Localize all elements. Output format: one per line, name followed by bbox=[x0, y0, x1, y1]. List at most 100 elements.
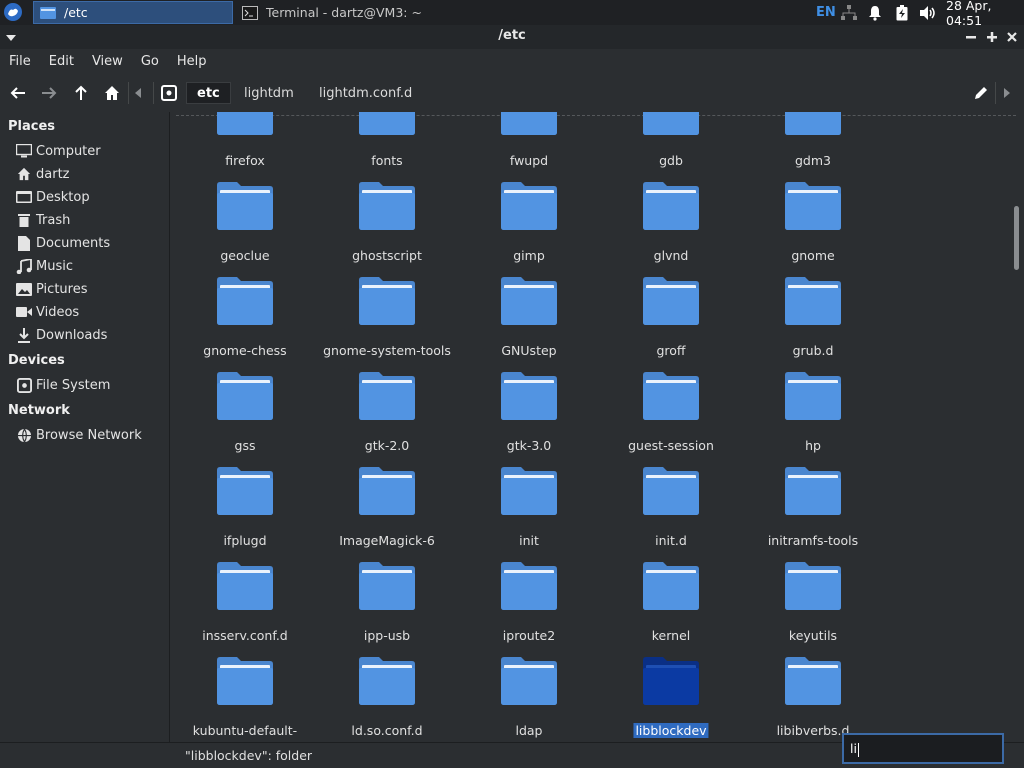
folder-icon bbox=[217, 372, 273, 420]
folder-icon bbox=[785, 657, 841, 705]
folder-item[interactable]: glvnd bbox=[600, 158, 742, 263]
path-segment-etc[interactable]: etc bbox=[186, 82, 231, 104]
vertical-scrollbar[interactable] bbox=[1014, 206, 1019, 270]
taskbar-item-file-manager[interactable]: /etc bbox=[33, 1, 233, 24]
folder-item[interactable]: iproute2 bbox=[458, 538, 600, 643]
type-ahead-search-input[interactable]: li bbox=[842, 733, 1004, 764]
back-arrow-icon[interactable] bbox=[9, 84, 27, 102]
edit-location-pencil-icon[interactable] bbox=[972, 84, 990, 102]
maximize-button[interactable] bbox=[983, 28, 1001, 46]
folder-item[interactable]: init.d bbox=[600, 443, 742, 548]
folder-icon bbox=[501, 562, 557, 610]
folder-icon bbox=[359, 562, 415, 610]
forward-arrow-icon[interactable] bbox=[40, 84, 58, 102]
window-title: /etc bbox=[498, 28, 526, 43]
sidebar-item-pictures[interactable]: Pictures bbox=[16, 279, 87, 299]
folder-item[interactable]: ghostscript bbox=[316, 158, 458, 263]
sidebar-item-videos[interactable]: Videos bbox=[16, 302, 79, 322]
folder-icon bbox=[643, 277, 699, 325]
folder-item[interactable]: gnome bbox=[742, 158, 884, 263]
path-scroll-right-icon[interactable] bbox=[1000, 84, 1014, 102]
folder-item[interactable]: insserv.conf.d bbox=[174, 538, 316, 643]
folder-item[interactable]: geoclue bbox=[174, 158, 316, 263]
folder-item[interactable]: gdb bbox=[600, 112, 742, 168]
folder-item[interactable]: ipp-usb bbox=[316, 538, 458, 643]
sidebar-item-label: Documents bbox=[36, 235, 111, 251]
folder-item[interactable]: ifplugd bbox=[174, 443, 316, 548]
path-segment-lightdm[interactable]: lightdm bbox=[244, 82, 294, 104]
network-icon[interactable] bbox=[840, 0, 858, 25]
folder-item[interactable]: ImageMagick-6 bbox=[316, 443, 458, 548]
sidebar: Places Computer dartz Desktop Trash Docu… bbox=[0, 112, 170, 768]
sidebar-item-desktop[interactable]: Desktop bbox=[16, 187, 90, 207]
folder-item[interactable]: gnome-system-tools bbox=[316, 253, 458, 358]
home-icon[interactable] bbox=[103, 84, 121, 102]
sidebar-item-music[interactable]: Music bbox=[16, 256, 73, 276]
menu-edit[interactable]: Edit bbox=[49, 54, 74, 69]
folder-icon bbox=[643, 182, 699, 230]
sidebar-item-label: Trash bbox=[36, 212, 71, 228]
path-scroll-left-icon[interactable] bbox=[131, 84, 145, 102]
sidebar-heading-places: Places bbox=[8, 119, 56, 134]
folder-item[interactable]: ldap bbox=[458, 633, 600, 738]
folder-item[interactable]: fwupd bbox=[458, 112, 600, 168]
folder-item[interactable]: init bbox=[458, 443, 600, 548]
folder-item[interactable]: firefox bbox=[174, 112, 316, 168]
folder-item[interactable]: ld.so.conf.d bbox=[316, 633, 458, 738]
folder-icon bbox=[359, 277, 415, 325]
clock[interactable]: 28 Apr, 04:51 bbox=[946, 0, 1024, 28]
folder-item[interactable]: grub.d bbox=[742, 253, 884, 358]
drive-icon[interactable] bbox=[160, 84, 178, 102]
folder-icon bbox=[217, 562, 273, 610]
taskbar-item-terminal[interactable]: Terminal - dartz@VM3: ~ bbox=[236, 1, 456, 24]
folder-item[interactable]: libibverbs.d bbox=[742, 633, 884, 738]
application-menu-icon[interactable] bbox=[3, 2, 23, 22]
folder-item[interactable]: hp bbox=[742, 348, 884, 453]
sidebar-item-browse-network[interactable]: Browse Network bbox=[16, 425, 142, 445]
volume-icon[interactable] bbox=[919, 0, 937, 25]
sidebar-item-trash[interactable]: Trash bbox=[16, 210, 70, 230]
menu-help[interactable]: Help bbox=[177, 54, 207, 69]
icon-view[interactable]: firefox fonts fwupd gdb gdm3 geoclue ghostscri… bbox=[171, 112, 1024, 742]
minimize-button[interactable] bbox=[962, 28, 980, 46]
sidebar-item-dartz[interactable]: dartz bbox=[16, 164, 69, 184]
toolbar: etc lightdm lightdm.conf.d bbox=[0, 74, 1024, 112]
folder-item[interactable]: kernel bbox=[600, 538, 742, 643]
path-segment-lightdm-conf-d[interactable]: lightdm.conf.d bbox=[319, 82, 412, 104]
sidebar-item-label: dartz bbox=[36, 166, 70, 182]
sidebar-item-computer[interactable]: Computer bbox=[16, 141, 101, 161]
folder-item[interactable]: gnome-chess bbox=[174, 253, 316, 358]
trash-icon bbox=[16, 212, 32, 228]
sidebar-item-label: Browse Network bbox=[36, 427, 142, 443]
menu-go[interactable]: Go bbox=[141, 54, 159, 69]
keyboard-layout-indicator[interactable]: EN bbox=[816, 0, 836, 25]
folder-icon bbox=[643, 467, 699, 515]
folder-item[interactable]: gss bbox=[174, 348, 316, 453]
up-arrow-icon[interactable] bbox=[72, 84, 90, 102]
menu-view[interactable]: View bbox=[92, 54, 123, 69]
folder-item[interactable]: keyutils bbox=[742, 538, 884, 643]
sidebar-heading-devices: Devices bbox=[8, 353, 65, 368]
sidebar-item-file-system[interactable]: File System bbox=[16, 375, 110, 395]
folder-icon bbox=[501, 277, 557, 325]
menu-file[interactable]: File bbox=[9, 54, 31, 69]
folder-item[interactable]: gtk-3.0 bbox=[458, 348, 600, 453]
sidebar-item-documents[interactable]: Documents bbox=[16, 233, 110, 253]
folder-item[interactable]: GNUstep bbox=[458, 253, 600, 358]
folder-label: libblockdev bbox=[633, 723, 709, 738]
folder-item[interactable]: kubuntu-default- bbox=[174, 633, 316, 738]
folder-item[interactable]: initramfs-tools bbox=[742, 443, 884, 548]
sidebar-item-downloads[interactable]: Downloads bbox=[16, 325, 107, 345]
folder-item[interactable]: groff bbox=[600, 253, 742, 358]
folder-item[interactable]: gtk-2.0 bbox=[316, 348, 458, 453]
folder-item[interactable]: guest-session bbox=[600, 348, 742, 453]
close-button[interactable] bbox=[1003, 28, 1021, 46]
network-icon bbox=[16, 427, 32, 443]
folder-item[interactable]: gdm3 bbox=[742, 112, 884, 168]
notification-bell-icon[interactable] bbox=[866, 0, 884, 25]
folder-item[interactable]: fonts bbox=[316, 112, 458, 168]
folder-item[interactable]: libblockdev bbox=[600, 633, 742, 738]
sidebar-item-label: File System bbox=[36, 377, 111, 393]
battery-icon[interactable] bbox=[893, 0, 911, 25]
folder-item[interactable]: gimp bbox=[458, 158, 600, 263]
